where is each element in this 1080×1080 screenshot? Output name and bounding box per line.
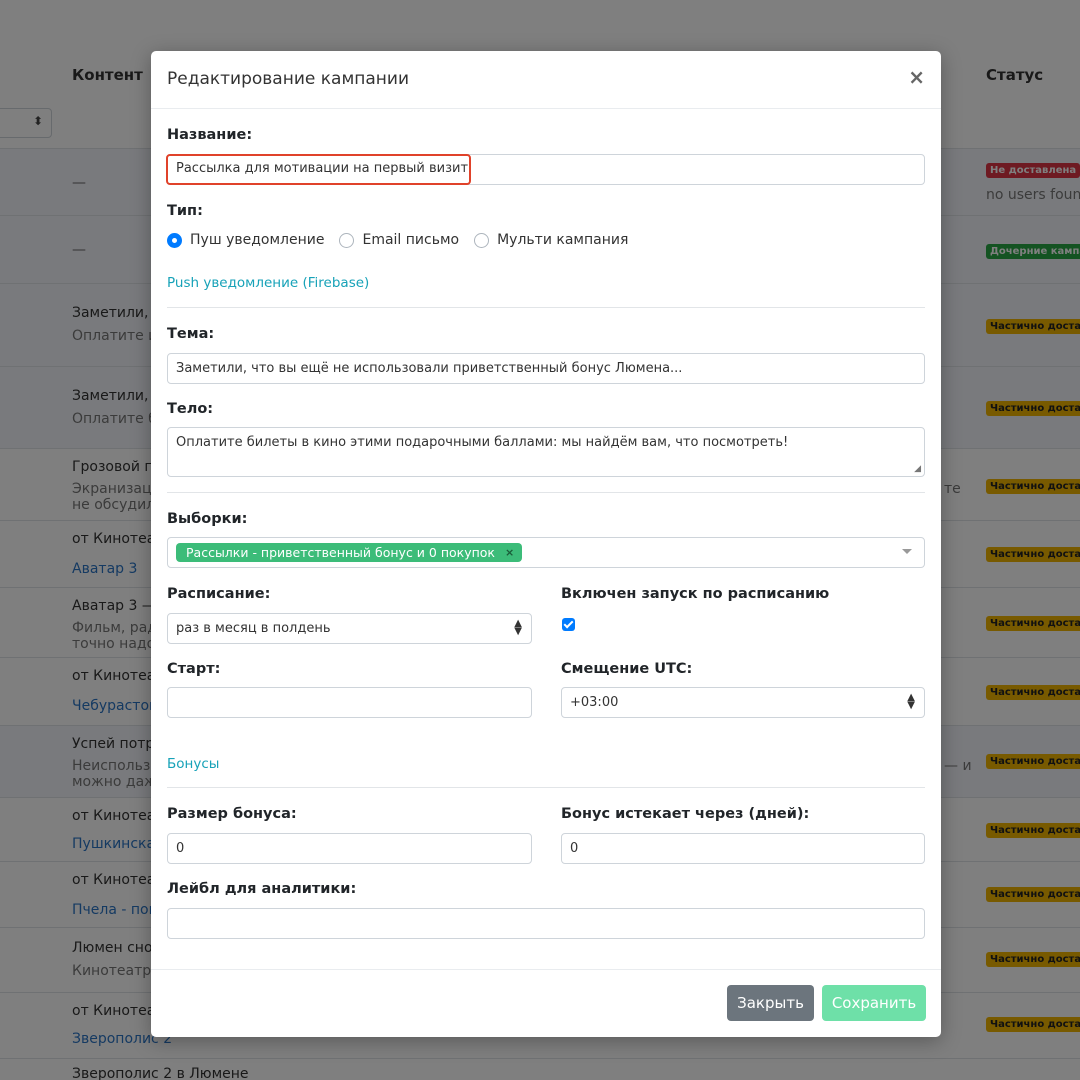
radio-email-label: Email письмо xyxy=(362,232,460,248)
chevron-down-icon[interactable] xyxy=(902,549,912,554)
modal-header: Редактирование кампании × xyxy=(151,51,941,109)
bonus-size-input[interactable]: 0 xyxy=(167,833,532,864)
subject-input[interactable]: Заметили, что вы ещё не использовали при… xyxy=(167,353,925,384)
tag-remove-icon[interactable]: × xyxy=(505,546,514,559)
schedule-value: раз в месяц в полдень xyxy=(176,621,331,636)
section-push-link[interactable]: Push уведомление (Firebase) xyxy=(167,275,369,291)
body-value: Оплатите билеты в кино этими подарочными… xyxy=(176,435,789,450)
segments-label: Выборки: xyxy=(167,511,248,527)
select-arrows-icon: ▲ ▼ xyxy=(514,618,522,637)
segment-tag: Рассылки - приветственный бонус и 0 поку… xyxy=(176,543,523,562)
modal-title: Редактирование кампании xyxy=(167,69,410,89)
analytics-input[interactable] xyxy=(167,908,925,939)
name-label: Название: xyxy=(167,127,253,143)
edit-campaign-modal: Редактирование кампании × Название: Расс… xyxy=(151,51,941,1037)
radio-email[interactable]: Email письмо xyxy=(339,232,459,248)
radio-email-indicator[interactable] xyxy=(339,232,355,248)
select-arrows-icon: ▲ ▼ xyxy=(907,692,915,711)
radio-multi-label: Мульти кампания xyxy=(497,232,629,248)
radio-push[interactable]: Пуш уведомление xyxy=(167,232,324,248)
type-label: Тип: xyxy=(167,203,203,219)
bonus-size-label: Размер бонуса: xyxy=(167,806,297,822)
resize-handle-icon[interactable]: ◢ xyxy=(914,464,921,474)
close-icon[interactable]: × xyxy=(908,67,925,87)
bonus-expires-label: Бонус истекает через (дней): xyxy=(561,806,810,822)
start-input[interactable] xyxy=(167,687,532,718)
footer-divider xyxy=(151,969,941,970)
subject-label: Тема: xyxy=(167,326,215,342)
utc-offset-label: Смещение UTC: xyxy=(561,661,693,677)
bonus-expires-input[interactable]: 0 xyxy=(561,833,925,864)
close-button[interactable]: Закрыть xyxy=(727,985,814,1021)
start-label: Старт: xyxy=(167,661,221,677)
body-label: Тело: xyxy=(167,401,214,417)
utc-offset-value: +03:00 xyxy=(570,695,619,710)
utc-offset-select[interactable]: +03:00 ▲ ▼ xyxy=(561,687,925,718)
analytics-label: Лейбл для аналитики: xyxy=(167,881,357,897)
segments-select[interactable]: Рассылки - приветственный бонус и 0 поку… xyxy=(167,537,925,568)
type-radio-group: Пуш уведомление Email письмо Мульти камп… xyxy=(167,232,643,248)
radio-push-indicator[interactable] xyxy=(167,232,182,248)
save-button[interactable]: Сохранить xyxy=(822,985,926,1021)
schedule-enabled-checkbox[interactable] xyxy=(562,618,575,631)
schedule-select[interactable]: раз в месяц в полдень ▲ ▼ xyxy=(167,613,532,644)
radio-multi-indicator[interactable] xyxy=(474,232,490,248)
radio-push-label: Пуш уведомление xyxy=(190,232,325,248)
body-textarea[interactable]: Оплатите билеты в кино этими подарочными… xyxy=(167,427,925,477)
divider xyxy=(167,787,925,788)
divider xyxy=(167,307,925,308)
divider xyxy=(167,492,925,493)
section-bonus-link[interactable]: Бонусы xyxy=(167,756,219,772)
segment-tag-label: Рассылки - приветственный бонус и 0 поку… xyxy=(186,545,495,560)
schedule-label: Расписание: xyxy=(167,586,271,602)
name-value: Рассылка для мотивации на первый визит xyxy=(176,161,469,176)
schedule-enabled-label: Включен запуск по расписанию xyxy=(561,586,830,602)
radio-multi[interactable]: Мульти кампания xyxy=(474,232,628,248)
